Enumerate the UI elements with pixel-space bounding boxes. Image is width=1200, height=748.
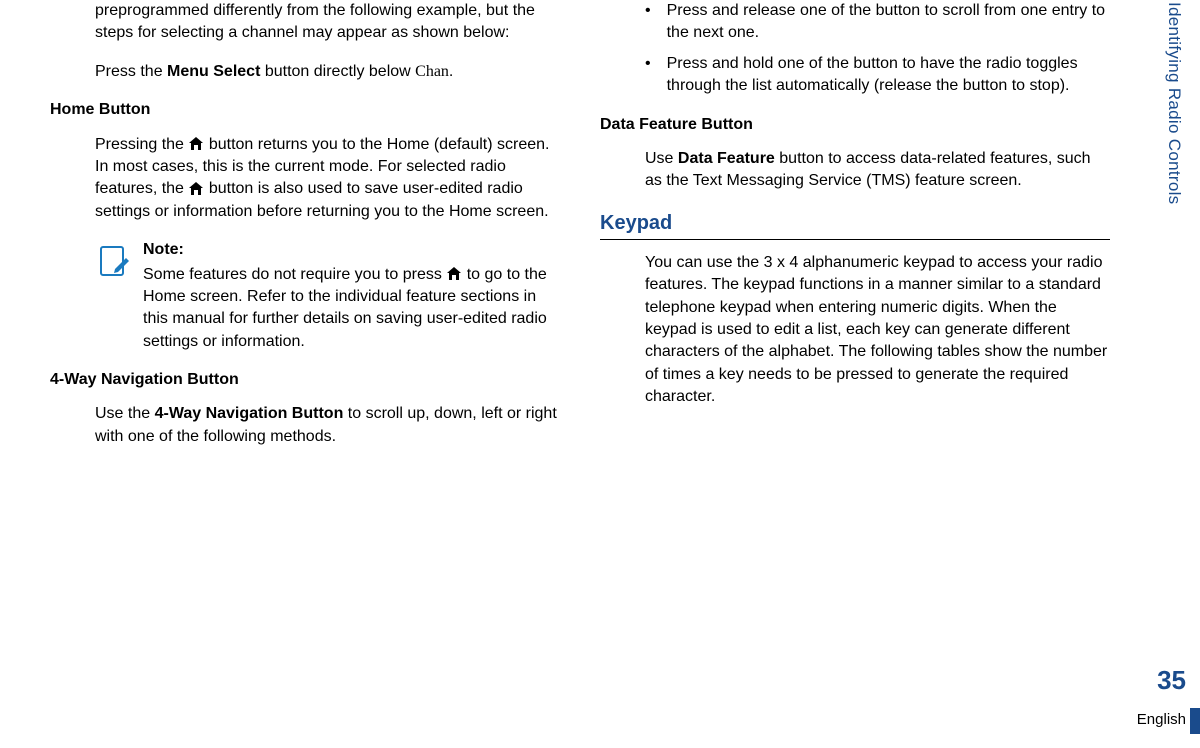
list-item: Press and release one of the button to s…: [645, 0, 1110, 45]
keypad-para: You can use the 3 x 4 alphanumeric keypa…: [600, 252, 1110, 409]
note-text: Note: Some features do not require you t…: [143, 239, 560, 353]
nav-button-para: Use the 4-Way Navigation Button to scrol…: [50, 403, 560, 448]
right-column: Press and release one of the button to s…: [600, 0, 1110, 464]
left-column: preprogrammed differently from the follo…: [50, 0, 560, 464]
text-part: Use: [645, 150, 678, 167]
note-icon: [95, 243, 131, 279]
intro-para: preprogrammed differently from the follo…: [50, 0, 560, 45]
bullet-text: Press and hold one of the button to have…: [667, 53, 1110, 98]
nav-button-heading: 4-Way Navigation Button: [50, 369, 560, 391]
keypad-heading: Keypad: [600, 209, 1110, 240]
nav-bullets: Press and release one of the button to s…: [600, 0, 1110, 98]
data-feature-bold: Data Feature: [678, 150, 775, 167]
text-part: .: [449, 63, 453, 80]
home-icon: [189, 182, 203, 196]
data-feature-para: Use Data Feature button to access data-r…: [600, 148, 1110, 193]
home-icon: [447, 267, 461, 281]
note-label: Note:: [143, 239, 560, 261]
bullet-text: Press and release one of the button to s…: [667, 0, 1110, 45]
note-body: Some features do not require you to pres…: [143, 264, 560, 354]
home-button-para: Pressing the button returns you to the H…: [50, 134, 560, 224]
data-feature-heading: Data Feature Button: [600, 114, 1110, 136]
home-button-heading: Home Button: [50, 99, 560, 121]
bullet-list: Press and release one of the button to s…: [645, 0, 1110, 98]
text-part: Press the: [95, 63, 167, 80]
language-label: English: [1137, 709, 1186, 730]
page-number: 35: [1157, 662, 1186, 698]
text-part: Use the: [95, 405, 155, 422]
nav-button-bold: 4-Way Navigation Button: [155, 405, 344, 422]
note-block: Note: Some features do not require you t…: [50, 239, 560, 353]
text-part: Pressing the: [95, 136, 188, 153]
menu-select-label: Menu Select: [167, 63, 260, 80]
text-part: button directly below: [260, 63, 415, 80]
list-item: Press and hold one of the button to have…: [645, 53, 1110, 98]
press-menu-para: Press the Menu Select button directly be…: [50, 61, 560, 83]
side-chapter-label: Identifying Radio Controls: [1162, 2, 1186, 204]
text-part: Some features do not require you to pres…: [143, 266, 446, 283]
thumb-index-bar: [1190, 708, 1200, 734]
chan-label: Chan: [415, 63, 449, 80]
home-icon: [189, 137, 203, 151]
page-content: preprogrammed differently from the follo…: [0, 0, 1200, 464]
